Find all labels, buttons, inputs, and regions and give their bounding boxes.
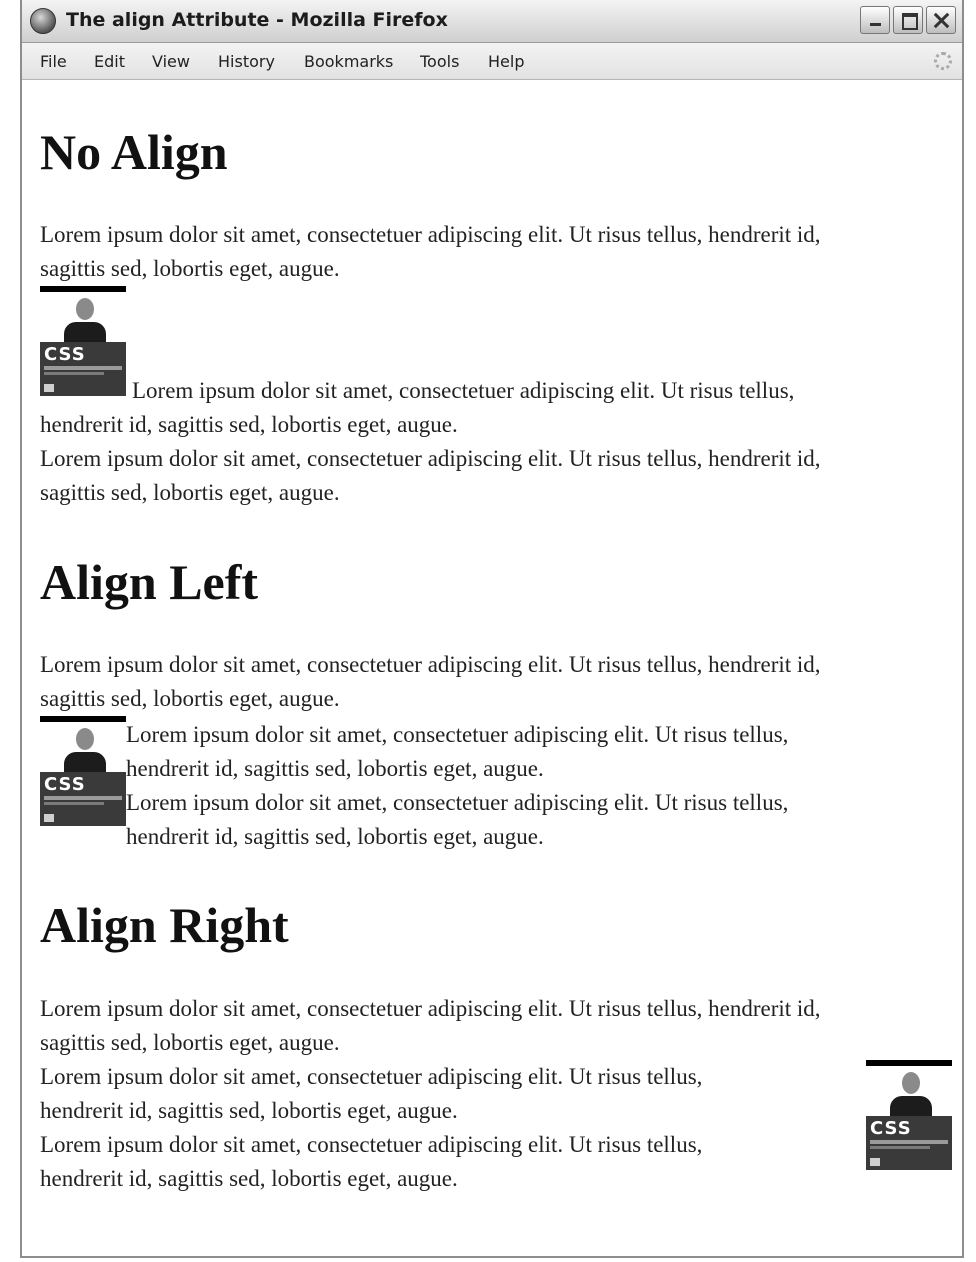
heading-no-align: No Align bbox=[40, 124, 228, 180]
paragraph-line: sagittis sed, lobortis eget, augue. bbox=[40, 1030, 340, 1055]
close-button[interactable] bbox=[926, 6, 956, 34]
firefox-icon bbox=[30, 8, 56, 34]
browser-window: The align Attribute - Mozilla Firefox Fi… bbox=[20, 0, 964, 1258]
paragraph-line: hendrerit id, sagittis sed, lobortis ege… bbox=[126, 824, 544, 849]
paragraph-line: hendrerit id, sagittis sed, lobortis ege… bbox=[40, 412, 458, 437]
menu-bar: File Edit View History Bookmarks Tools H… bbox=[22, 43, 962, 80]
menu-help[interactable]: Help bbox=[488, 52, 524, 71]
paragraph-line: sagittis sed, lobortis eget, augue. bbox=[40, 686, 340, 711]
book-cover-image: CSS bbox=[40, 716, 126, 826]
menu-file[interactable]: File bbox=[40, 52, 67, 71]
heading-align-left: Align Left bbox=[40, 554, 259, 610]
paragraph-line: Lorem ipsum dolor sit amet, consectetuer… bbox=[132, 378, 795, 403]
menu-tools[interactable]: Tools bbox=[420, 52, 459, 71]
cover-title: CSS bbox=[44, 344, 86, 365]
cover-title: CSS bbox=[870, 1118, 912, 1139]
page-content: No Align Lorem ipsum dolor sit amet, con… bbox=[22, 80, 962, 1258]
paragraph-line: Lorem ipsum dolor sit amet, consectetuer… bbox=[40, 222, 821, 247]
author-photo bbox=[40, 722, 126, 772]
menu-edit[interactable]: Edit bbox=[94, 52, 125, 71]
paragraph-line: sagittis sed, lobortis eget, augue. bbox=[40, 256, 340, 281]
paragraph-line: Lorem ipsum dolor sit amet, consectetuer… bbox=[40, 446, 821, 471]
paragraph-line: hendrerit id, sagittis sed, lobortis ege… bbox=[40, 1098, 458, 1123]
throbber-icon bbox=[934, 52, 952, 70]
menu-bookmarks[interactable]: Bookmarks bbox=[304, 52, 393, 71]
window-title: The align Attribute - Mozilla Firefox bbox=[66, 9, 448, 31]
author-photo bbox=[866, 1066, 952, 1116]
title-bar[interactable]: The align Attribute - Mozilla Firefox bbox=[22, 0, 962, 43]
maximize-button[interactable] bbox=[893, 6, 923, 34]
paragraph-line: Lorem ipsum dolor sit amet, consectetuer… bbox=[40, 652, 821, 677]
paragraph-line: Lorem ipsum dolor sit amet, consectetuer… bbox=[126, 722, 789, 747]
book-cover-image: CSS bbox=[866, 1060, 952, 1170]
paragraph-line: Lorem ipsum dolor sit amet, consectetuer… bbox=[126, 790, 789, 815]
paragraph-line: Lorem ipsum dolor sit amet, consectetuer… bbox=[40, 1132, 703, 1157]
paragraph-line: hendrerit id, sagittis sed, lobortis ege… bbox=[40, 1166, 458, 1191]
book-cover-image: CSS bbox=[40, 286, 126, 396]
author-photo bbox=[40, 292, 126, 342]
paragraph-line: Lorem ipsum dolor sit amet, consectetuer… bbox=[40, 1064, 703, 1089]
menu-view[interactable]: View bbox=[152, 52, 190, 71]
paragraph-line: sagittis sed, lobortis eget, augue. bbox=[40, 480, 340, 505]
cover-title: CSS bbox=[44, 774, 86, 795]
heading-align-right: Align Right bbox=[40, 897, 289, 953]
minimize-button[interactable] bbox=[860, 6, 890, 34]
menu-history[interactable]: History bbox=[218, 52, 275, 71]
window-controls bbox=[860, 6, 956, 34]
paragraph-line: hendrerit id, sagittis sed, lobortis ege… bbox=[126, 756, 544, 781]
paragraph-line: Lorem ipsum dolor sit amet, consectetuer… bbox=[40, 996, 821, 1021]
